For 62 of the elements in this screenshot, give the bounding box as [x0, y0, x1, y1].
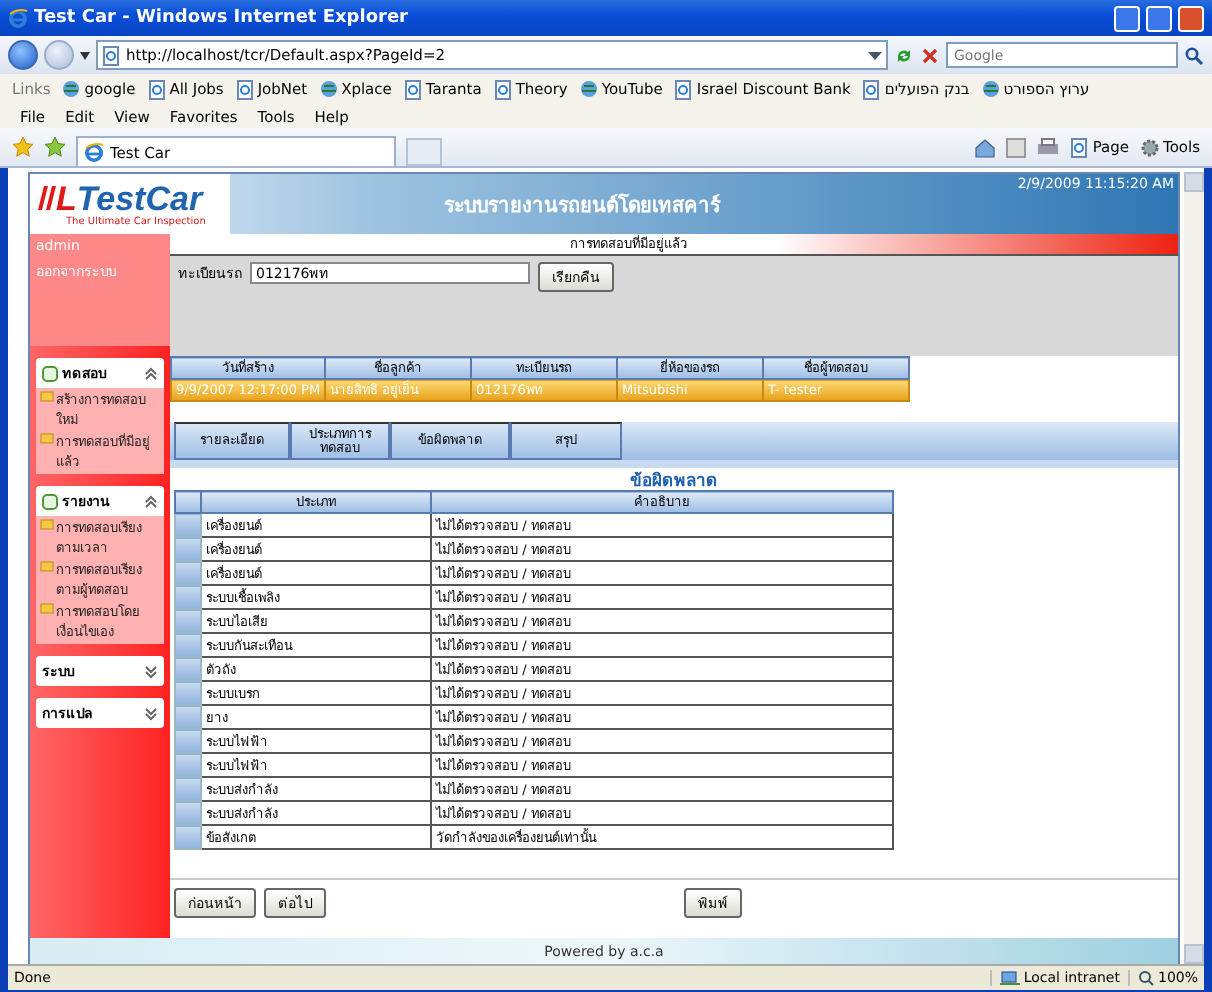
browser-logo-icon	[8, 8, 28, 28]
panel-icon	[42, 365, 58, 381]
row-header[interactable]	[175, 585, 201, 609]
minimize-button[interactable]	[1114, 5, 1140, 31]
page-icon	[1070, 137, 1089, 157]
window-title: Test Car - Windows Internet Explorer	[34, 8, 411, 28]
search-icon[interactable]	[1184, 45, 1204, 65]
row-header[interactable]	[175, 729, 201, 753]
row-header[interactable]	[175, 753, 201, 777]
row-header[interactable]	[175, 513, 201, 537]
favorites-star-icon[interactable]	[12, 136, 34, 158]
stop-icon[interactable]	[920, 45, 940, 65]
row-header[interactable]	[175, 657, 201, 681]
add-favorite-icon[interactable]	[44, 136, 66, 158]
page-icon	[102, 45, 120, 65]
zoom-icon	[1137, 970, 1154, 986]
page-icon	[235, 79, 254, 99]
scrollbar[interactable]	[1184, 172, 1204, 964]
folder-icon	[40, 560, 54, 572]
globe-icon	[579, 80, 598, 98]
stripes-icon	[38, 184, 56, 212]
folder-icon	[40, 390, 54, 402]
globe-icon	[62, 80, 81, 98]
folder-icon	[40, 602, 54, 614]
page-icon	[147, 79, 166, 99]
page-icon	[674, 79, 693, 99]
globe-icon	[319, 80, 338, 98]
row-header[interactable]	[175, 609, 201, 633]
row-header[interactable]	[175, 825, 201, 849]
back-button[interactable]	[8, 40, 38, 70]
close-button[interactable]	[1178, 5, 1204, 31]
row-header[interactable]	[175, 633, 201, 657]
section-title: ข้อผิดพลาด	[628, 469, 720, 490]
page-icon	[862, 79, 881, 99]
expand-icon[interactable]	[144, 705, 158, 721]
row-header[interactable]	[175, 801, 201, 825]
row-header[interactable]	[175, 777, 201, 801]
maximize-button[interactable]	[1146, 5, 1172, 31]
collapse-icon[interactable]	[144, 493, 158, 509]
folder-icon	[40, 518, 54, 530]
refresh-icon[interactable]	[894, 45, 914, 65]
feeds-icon[interactable]	[1006, 137, 1027, 157]
row-header[interactable]	[175, 537, 201, 561]
page-icon	[403, 79, 422, 99]
folder-icon	[40, 432, 54, 444]
expand-icon[interactable]	[144, 663, 158, 679]
gear-icon	[1139, 137, 1160, 157]
browser-logo-icon	[84, 142, 104, 162]
network-icon	[999, 970, 1020, 986]
row-header[interactable]	[175, 705, 201, 729]
collapse-icon[interactable]	[144, 365, 158, 381]
panel-icon	[42, 493, 58, 509]
dropdown-icon[interactable]	[868, 49, 882, 61]
home-icon[interactable]	[974, 137, 997, 157]
page-icon	[493, 79, 512, 99]
printer-icon[interactable]	[1036, 137, 1061, 157]
row-header[interactable]	[175, 681, 201, 705]
globe-icon	[981, 80, 1000, 98]
page-title: ระบบรายงานรถยนต์โดยเทสคาร์	[441, 191, 723, 221]
row-header[interactable]	[175, 561, 201, 585]
new-tab-button[interactable]	[406, 137, 442, 165]
dropdown-icon[interactable]	[80, 51, 90, 59]
